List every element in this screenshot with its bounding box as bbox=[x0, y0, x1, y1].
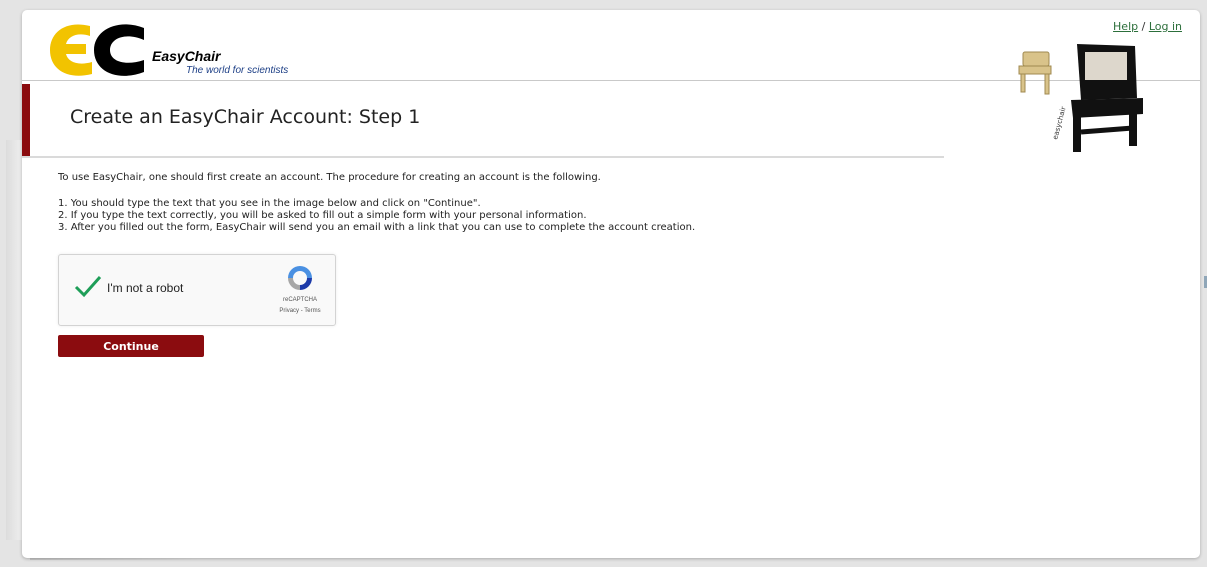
title-bar: Create an EasyChair Account: Step 1 bbox=[22, 84, 944, 158]
chairs-illustration-icon: easychair bbox=[1018, 44, 1143, 152]
list-item: 3. After you filled out the form, EasyCh… bbox=[58, 222, 696, 233]
login-link[interactable]: Log in bbox=[1149, 20, 1182, 33]
title-accent-bar bbox=[22, 84, 30, 156]
checkmark-icon[interactable] bbox=[73, 273, 103, 299]
page-left-shadow bbox=[6, 140, 22, 540]
logo-wordmark: EasyChair bbox=[152, 48, 221, 64]
logo-tagline: The world for scientists bbox=[186, 65, 289, 76]
link-separator: / bbox=[1141, 20, 1146, 33]
list-item: 1. You should type the text that you see… bbox=[58, 198, 481, 209]
easychair-logo[interactable]: EasyChair The world for scientists bbox=[48, 18, 308, 80]
steps-list: 1. You should type the text that you see… bbox=[58, 198, 695, 234]
recaptcha-widget[interactable]: I'm not a robot reCAPTCHA Privacy - Term… bbox=[58, 254, 336, 326]
recaptcha-logo-icon bbox=[288, 266, 312, 290]
ec-logo-icon bbox=[50, 24, 144, 76]
page-title: Create an EasyChair Account: Step 1 bbox=[70, 106, 421, 128]
page-frame: EasyChair The world for scientists Help … bbox=[22, 10, 1200, 558]
list-item: 2. If you type the text correctly, you w… bbox=[58, 210, 587, 221]
recaptcha-privacy-terms[interactable]: Privacy - Terms bbox=[264, 308, 336, 314]
recaptcha-brand: reCAPTCHA bbox=[282, 297, 317, 303]
continue-button[interactable]: Continue bbox=[58, 335, 204, 357]
svg-text:easychair: easychair bbox=[1051, 106, 1068, 141]
top-links: Help / Log in bbox=[1113, 20, 1182, 33]
recaptcha-label: I'm not a robot bbox=[107, 281, 184, 295]
intro-text: To use EasyChair, one should first creat… bbox=[58, 172, 601, 183]
help-link[interactable]: Help bbox=[1113, 20, 1138, 33]
